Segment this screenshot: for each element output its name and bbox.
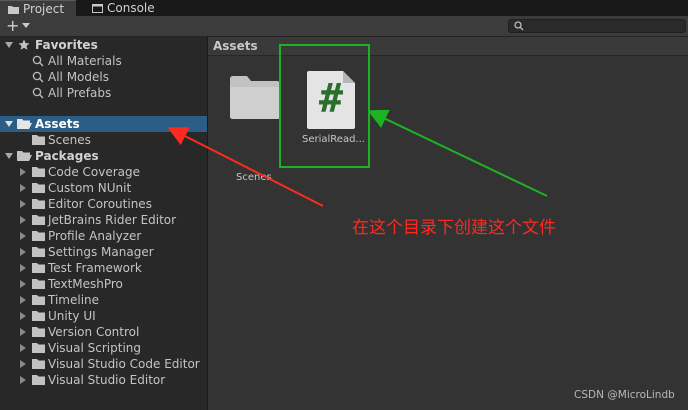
green-arrow: [367, 109, 548, 197]
red-arrow: [167, 127, 324, 207]
annotation-arrows: [167, 109, 548, 207]
watermark: CSDN @MicroLindb: [574, 389, 675, 401]
annotation-text: 在这个目录下创建这个文件: [352, 218, 556, 238]
